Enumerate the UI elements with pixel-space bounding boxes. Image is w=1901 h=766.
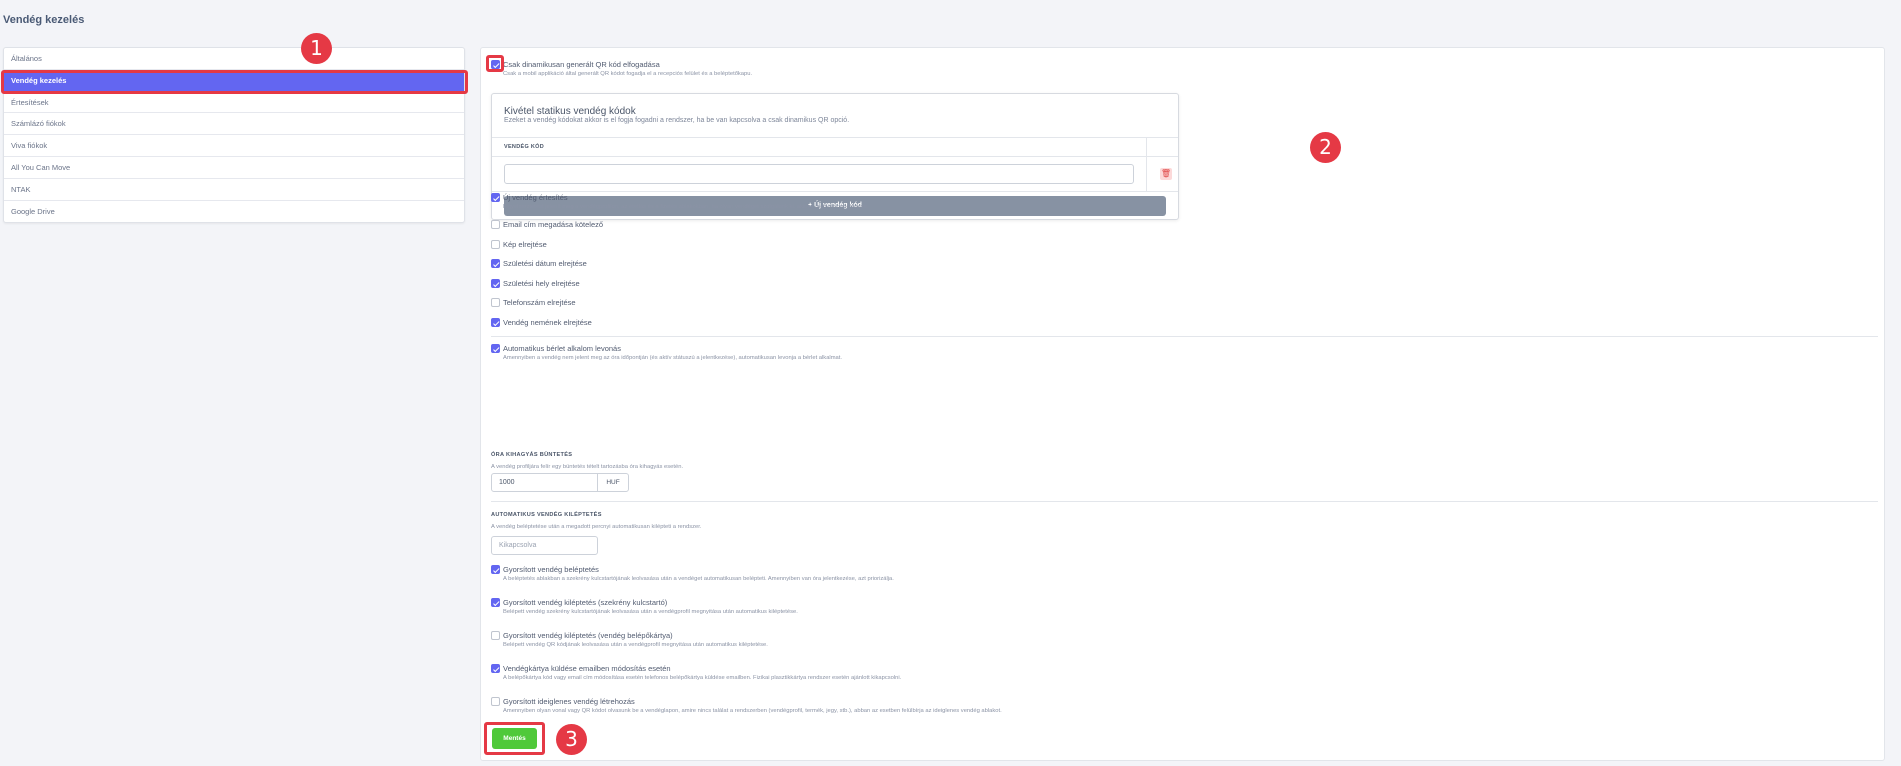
auto-exit-select[interactable]: Kikapcsolva <box>491 536 598 555</box>
checkbox[interactable] <box>491 193 500 202</box>
toggle-hide-birth-date: Születési dátum elrejtése <box>491 258 587 269</box>
option-desc: Amennyiben a vendég nem jelent meg az ór… <box>503 355 842 361</box>
option-desc: Amennyiben olyan vonal vagy QR kódot olv… <box>503 708 1002 714</box>
checkbox[interactable] <box>491 298 500 307</box>
option-desc: A beléptetés ablakban a szekrény kulcsta… <box>503 576 894 582</box>
option-label: Új vendég értesítés <box>503 193 568 202</box>
checkbox[interactable] <box>491 697 500 706</box>
table-header: VENDÉG KÓD <box>492 137 1178 157</box>
option-label: Születési dátum elrejtése <box>503 259 587 268</box>
toggle-fast-checkout-card: Gyorsított vendég kiléptetés (vendég bel… <box>491 630 768 650</box>
sidebar-item-viva-fiokok[interactable]: Viva fiókok <box>4 135 464 157</box>
save-button[interactable]: Mentés <box>492 728 537 749</box>
toggle-email-required: Email cím megadása kötelező <box>491 219 603 230</box>
checkbox[interactable] <box>491 240 500 249</box>
option-label: Kép elrejtése <box>503 240 547 249</box>
annotation-badge-3: 3 <box>556 724 587 755</box>
option-desc: Belépett vendég szekrény kulcstartójának… <box>503 609 798 615</box>
guest-code-input[interactable] <box>504 164 1134 184</box>
option-label: Vendég nemének elrejtése <box>503 318 592 327</box>
card-desc: Ezeket a vendég kódokat akkor is el fogj… <box>504 117 850 124</box>
settings-panel: Csak dinamikusan generált QR kód elfogad… <box>480 47 1885 761</box>
toggle-fast-temp-guest: Gyorsított ideiglenes vendég létrehozás … <box>491 696 1002 716</box>
checkbox[interactable] <box>491 344 500 353</box>
option-desc: Csak a mobil applikáció által generált Q… <box>503 71 753 77</box>
penalty-desc: A vendég profiljára felír egy büntetés t… <box>491 464 684 470</box>
option-label: Csak dinamikusan generált QR kód elfogad… <box>503 60 660 69</box>
settings-sidebar: Általános Vendég kezelés Értesítések Szá… <box>3 47 465 224</box>
auto-exit-desc: A vendég beléptetése után a megadott per… <box>491 524 702 530</box>
toggle-fast-checkout-locker: Gyorsított vendég kiléptetés (szekrény k… <box>491 597 798 617</box>
toggle-hide-birth-place: Születési hely elrejtése <box>491 278 580 289</box>
checkbox[interactable] <box>491 598 500 607</box>
sidebar-item-ertesitesek[interactable]: Értesítések <box>4 92 464 114</box>
toggle-send-guest-card-email: Vendégkártya küldése emailben módosítás … <box>491 663 901 683</box>
annotation-badge-1: 1 <box>301 33 332 64</box>
checkbox[interactable] <box>491 220 500 229</box>
penalty-amount-input[interactable]: 1000 <box>492 474 598 491</box>
checkbox[interactable] <box>491 318 500 327</box>
option-label: Születési hely elrejtése <box>503 279 580 288</box>
option-desc: A belépőkártya kód vagy email cím módosí… <box>503 675 902 681</box>
toggle-hide-image: Kép elrejtése <box>491 239 547 250</box>
toggle-hide-phone: Telefonszám elrejtése <box>491 297 576 308</box>
toggle-new-guest-notification: Új vendég értesítés Figyelmeztetést jele… <box>491 192 868 212</box>
penalty-title: ÓRA KIHAGYÁS BÜNTETÉS <box>491 452 573 458</box>
section-divider <box>491 501 1878 502</box>
penalty-amount-group: 1000 HUF <box>491 473 629 492</box>
option-label: Gyorsított ideiglenes vendég létrehozás <box>503 697 635 706</box>
option-desc: Figyelmeztetést jelenít meg a vendégprof… <box>503 204 869 210</box>
toggle-hide-gender: Vendég nemének elrejtése <box>491 317 592 328</box>
column-divider <box>1146 137 1147 191</box>
option-dynamic-qr: Csak dinamikusan generált QR kód elfogad… <box>491 59 752 79</box>
sidebar-item-google-drive[interactable]: Google Drive <box>4 201 464 223</box>
checkbox[interactable] <box>491 631 500 640</box>
card-title: Kivétel statikus vendég kódok <box>504 106 636 117</box>
trash-icon[interactable]: 🗑 <box>1160 168 1172 180</box>
toggle-auto-pass-deduction: Automatikus bérlet alkalom levonás Amenn… <box>491 343 842 363</box>
checkbox[interactable] <box>491 664 500 673</box>
sidebar-item-ntak[interactable]: NTAK <box>4 179 464 201</box>
sidebar-item-all-you-can-move[interactable]: All You Can Move <box>4 157 464 179</box>
option-label: Telefonszám elrejtése <box>503 298 576 307</box>
sidebar-item-szamlazo-fiokok[interactable]: Számlázó fiókok <box>4 113 464 136</box>
option-label: Email cím megadása kötelező <box>503 220 604 229</box>
option-label: Automatikus bérlet alkalom levonás <box>503 344 621 353</box>
penalty-currency: HUF <box>606 479 620 486</box>
checkbox[interactable] <box>491 259 500 268</box>
option-desc: Belépett vendég QR kódjának leolvasása u… <box>503 642 768 648</box>
section-divider <box>491 336 1878 337</box>
option-label: Gyorsított vendég kiléptetés (vendég bel… <box>503 631 673 640</box>
option-label: Gyorsított vendég beléptetés <box>503 565 599 574</box>
auto-exit-title: AUTOMATIKUS VENDÉG KILÉPTETÉS <box>491 512 602 518</box>
column-header-vendeg-kod: VENDÉG KÓD <box>504 144 544 150</box>
toggle-fast-checkin: Gyorsított vendég beléptetés A belépteté… <box>491 564 894 584</box>
option-label: Gyorsított vendég kiléptetés (szekrény k… <box>503 598 668 607</box>
annotation-badge-2: 2 <box>1310 132 1341 163</box>
sidebar-item-vendeg-kezeles[interactable]: Vendég kezelés <box>4 69 464 92</box>
sidebar-item-altalanos[interactable]: Általános <box>4 48 464 70</box>
checkbox[interactable] <box>491 565 500 574</box>
option-label: Vendégkártya küldése emailben módosítás … <box>503 664 671 673</box>
page-title: Vendég kezelés <box>3 14 85 26</box>
checkbox-dynamic-qr[interactable] <box>491 60 500 69</box>
checkbox[interactable] <box>491 279 500 288</box>
